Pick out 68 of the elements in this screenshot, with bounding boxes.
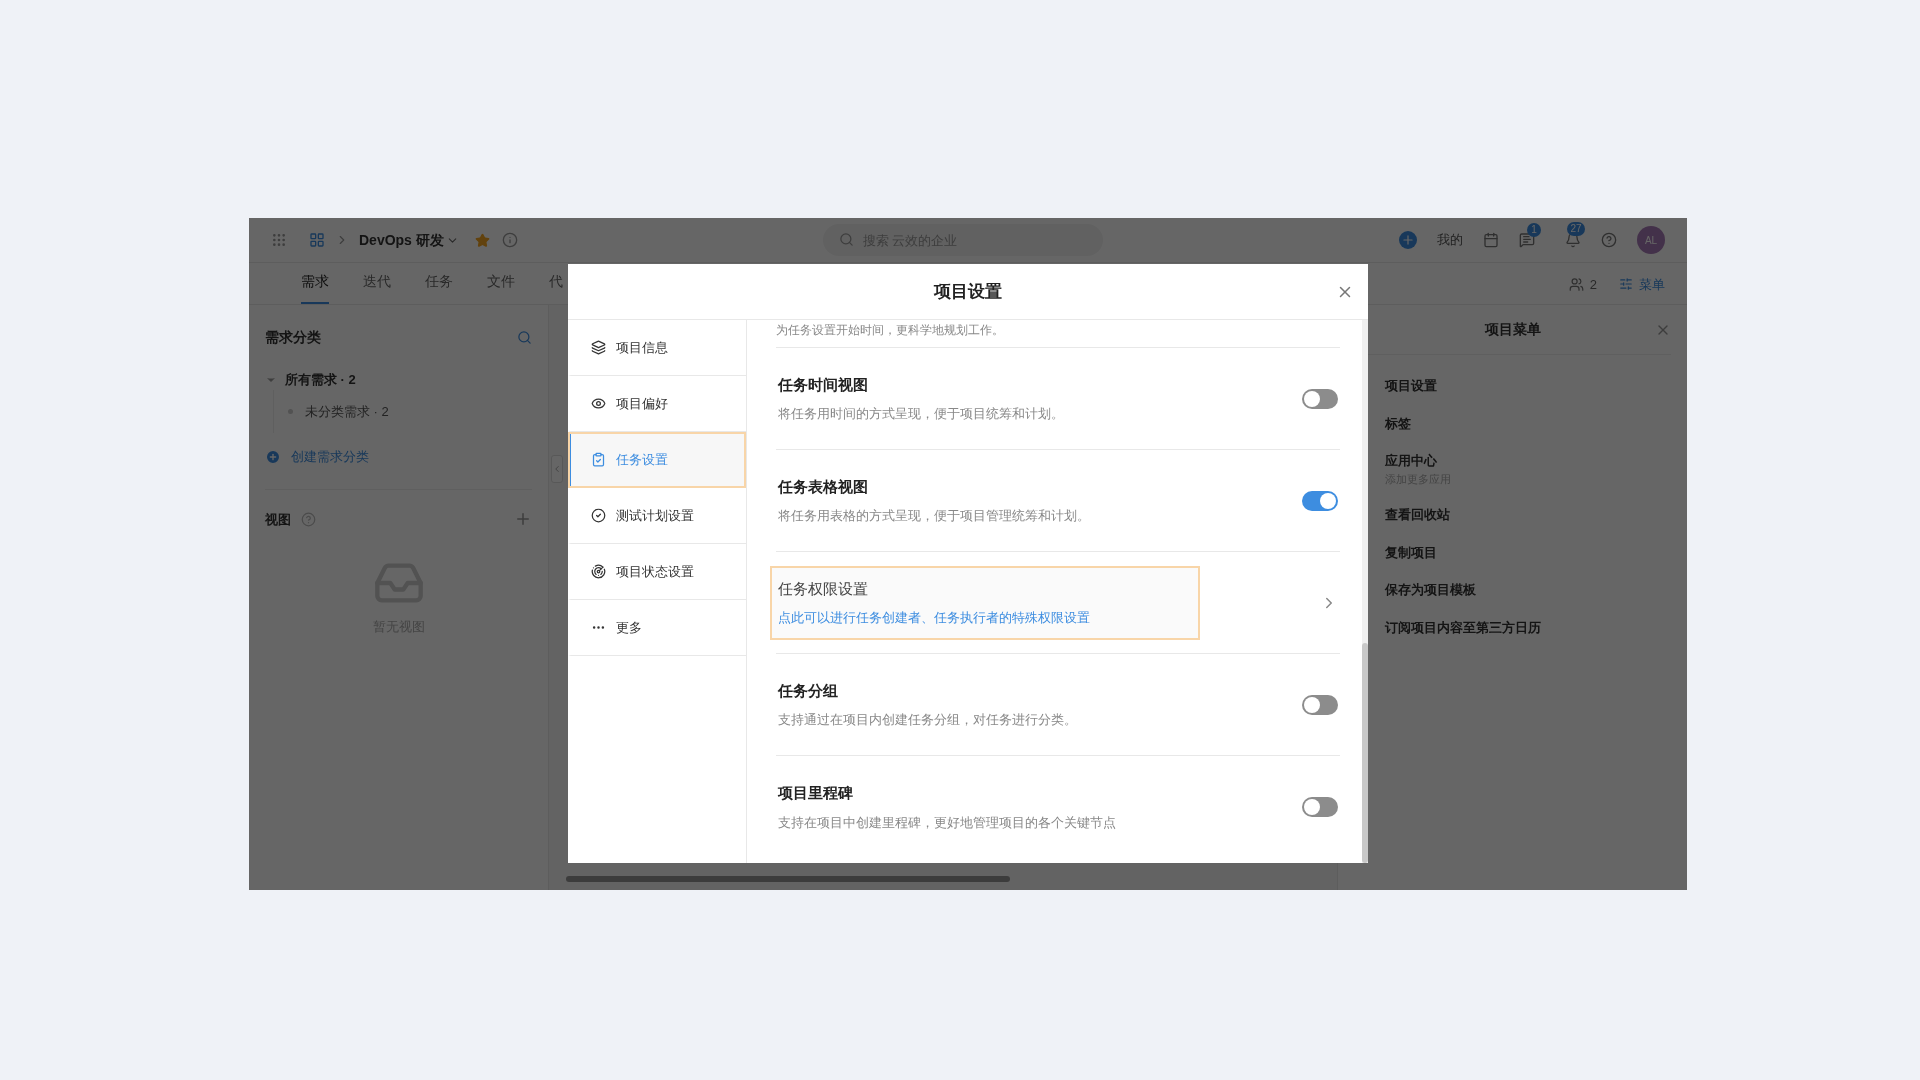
members-icon[interactable] — [1568, 276, 1584, 292]
setting-title: 项目里程碑 — [778, 783, 854, 803]
nav-item[interactable]: 项目状态设置 — [568, 544, 746, 600]
tree-item[interactable]: 未分类需求 · 2 — [305, 401, 389, 421]
toggle-switch[interactable] — [1302, 490, 1338, 511]
tree-item[interactable]: 所有需求 · 2 — [285, 370, 356, 390]
toggle-switch[interactable] — [1302, 797, 1338, 817]
scrollbar[interactable] — [1362, 643, 1368, 863]
add-circle-icon[interactable] — [265, 448, 281, 465]
panel-title: 需求分类 — [265, 328, 321, 347]
add-icon[interactable] — [1399, 231, 1417, 249]
nav-item[interactable]: 更多 — [568, 600, 746, 656]
radar-icon — [591, 564, 606, 579]
setting-description: 为任务设置开始时间，更科学地规划工作。 — [776, 322, 1004, 339]
collapse-handle[interactable] — [551, 455, 563, 483]
setting-title: 任务表格视图 — [778, 476, 869, 497]
menu-item[interactable]: 复制项目 — [1385, 542, 1687, 562]
dialog-title: 项目设置 — [934, 280, 1002, 303]
nav-item[interactable]: 项目信息 — [568, 320, 746, 376]
project-icon — [309, 232, 325, 248]
setting-description: 将任务用表格的方式呈现，便于项目管理统筹和计划。 — [778, 507, 1090, 525]
section-title: 视图 — [265, 510, 291, 529]
check-circle-icon — [591, 508, 606, 523]
notification-badge: 27 — [1567, 222, 1585, 236]
tab[interactable]: 迭代 — [363, 271, 391, 304]
setting-description: 支持通过在项目内创建任务分组，对任务进行分类。 — [778, 711, 1077, 729]
nav-item[interactable]: 测试计划设置 — [568, 488, 746, 544]
message-icon[interactable] — [1519, 232, 1535, 248]
tab[interactable]: 文件 — [487, 271, 515, 304]
my-link[interactable]: 我的 — [1437, 230, 1463, 250]
help-icon[interactable] — [301, 511, 316, 527]
bell-icon[interactable] — [1565, 232, 1581, 248]
project-name[interactable]: DevOps 研发 — [359, 229, 444, 251]
menu-item[interactable]: 查看回收站 — [1385, 505, 1687, 525]
tab[interactable]: 任务 — [425, 271, 453, 304]
clipboard-icon — [591, 452, 606, 467]
message-badge: 1 — [1527, 223, 1541, 237]
tab[interactable]: 代 — [549, 271, 563, 304]
settings-link[interactable]: 任务权限设置 点此可以进行任务创建者、任务执行者的特殊权限设置 — [770, 565, 1200, 640]
setting-title: 任务时间视图 — [778, 374, 869, 395]
help-icon[interactable] — [1601, 232, 1617, 248]
layers-icon — [591, 340, 606, 355]
setting-description: 点此可以进行任务创建者、任务执行者的特殊权限设置 — [778, 609, 1091, 627]
panel-title: 项目菜单 — [1484, 320, 1541, 339]
create-category-link[interactable]: 创建需求分类 — [291, 447, 369, 467]
toggle-switch[interactable] — [1302, 694, 1338, 715]
apps-icon[interactable] — [271, 232, 287, 248]
setting-description: 支持在项目中创建里程碑，更好地管理项目的各个关键节点 — [778, 813, 1116, 832]
info-icon[interactable] — [501, 232, 518, 248]
nav-item[interactable]: 任务设置 — [568, 432, 746, 488]
setting-description: 将任务用时间的方式呈现，便于项目统筹和计划。 — [778, 405, 1064, 423]
menu-button[interactable]: 菜单 — [1619, 274, 1665, 294]
menu-item[interactable]: 标签 — [1385, 413, 1687, 433]
menu-item[interactable]: 项目设置 — [1385, 376, 1687, 396]
eye-icon — [591, 396, 606, 411]
menu-item[interactable]: 应用中心 — [1385, 451, 1687, 471]
calendar-icon[interactable] — [1483, 232, 1499, 248]
setting-title: 任务分组 — [778, 680, 839, 701]
scrollbar[interactable] — [566, 876, 1010, 882]
members-count: 2 — [1589, 275, 1597, 294]
setting-title: 任务权限设置 — [778, 578, 869, 599]
star-icon[interactable] — [474, 232, 490, 248]
menu-item[interactable]: 订阅项目内容至第三方日历 — [1385, 617, 1687, 637]
search-icon[interactable] — [517, 330, 532, 345]
search-icon — [838, 232, 854, 247]
menu-item[interactable]: 保存为项目模板 — [1385, 580, 1687, 600]
toggle-switch[interactable] — [1302, 388, 1338, 409]
sliders-icon — [1619, 277, 1633, 292]
